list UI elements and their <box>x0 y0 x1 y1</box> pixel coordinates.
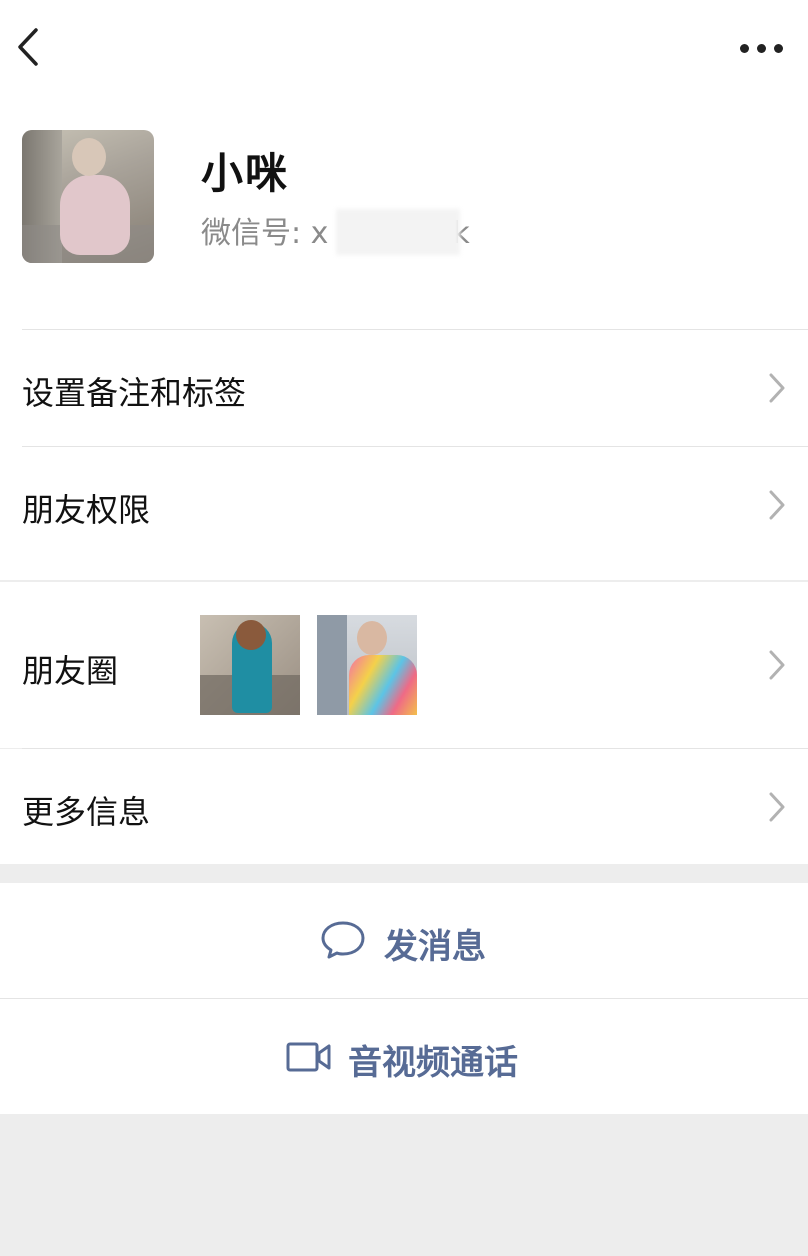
send-message-button[interactable]: 发消息 <box>0 883 808 998</box>
moments-photo[interactable] <box>200 615 300 715</box>
redacted-mask <box>336 209 460 255</box>
video-call-button[interactable]: 音视频通话 <box>0 999 808 1114</box>
avatar[interactable] <box>22 130 154 263</box>
video-camera-icon <box>286 1042 331 1072</box>
moments-photo[interactable] <box>317 615 417 715</box>
more-info-row[interactable]: 更多信息 <box>0 749 808 864</box>
moments-label: 朋友圈 <box>22 652 119 690</box>
more-info-label: 更多信息 <box>22 793 151 831</box>
navbar <box>0 0 808 100</box>
chevron-right-icon <box>769 490 785 520</box>
permissions-row[interactable]: 朋友权限 <box>0 447 808 563</box>
remark-row[interactable]: 设置备注和标签 <box>0 330 808 446</box>
chevron-right-icon <box>769 792 785 822</box>
back-icon[interactable] <box>14 26 48 68</box>
video-call-label: 音视频通话 <box>348 1043 518 1083</box>
chevron-right-icon <box>769 650 785 680</box>
more-icon[interactable] <box>740 34 786 60</box>
permissions-label: 朋友权限 <box>22 491 151 529</box>
chat-bubble-icon <box>321 921 365 959</box>
remark-label: 设置备注和标签 <box>22 374 247 412</box>
profile-name: 小咪 <box>201 149 290 198</box>
wechat-id-label: 微信号: x <box>201 216 329 251</box>
chevron-right-icon <box>769 373 785 403</box>
send-message-label: 发消息 <box>384 927 486 967</box>
